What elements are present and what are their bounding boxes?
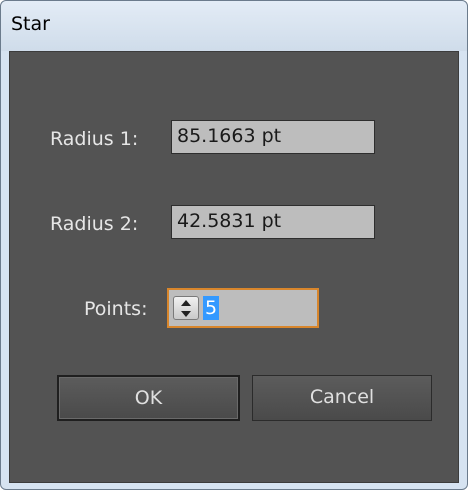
radius2-label: Radius 2: [50, 213, 139, 235]
spin-up-button[interactable] [174, 297, 198, 308]
star-dialog-window: Star Radius 1: 85.1663 pt Radius 2: 42.5… [0, 0, 468, 490]
ok-button[interactable]: OK [57, 375, 240, 421]
spin-down-button[interactable] [174, 308, 198, 319]
dialog-content: Radius 1: 85.1663 pt Radius 2: 42.5831 p… [9, 51, 459, 483]
dialog-title: Star [11, 13, 50, 35]
points-stepper[interactable]: 5 [167, 288, 319, 328]
radius2-input[interactable]: 42.5831 pt [171, 205, 375, 239]
spinner-buttons[interactable] [173, 296, 199, 320]
arrow-down-icon [181, 310, 191, 317]
points-input-value[interactable]: 5 [203, 296, 220, 320]
radius1-input[interactable]: 85.1663 pt [171, 120, 375, 154]
cancel-button[interactable]: Cancel [252, 375, 432, 421]
title-bar[interactable]: Star [1, 1, 467, 51]
radius1-label: Radius 1: [50, 128, 139, 150]
arrow-up-icon [181, 299, 191, 306]
points-label: Points: [84, 298, 148, 320]
